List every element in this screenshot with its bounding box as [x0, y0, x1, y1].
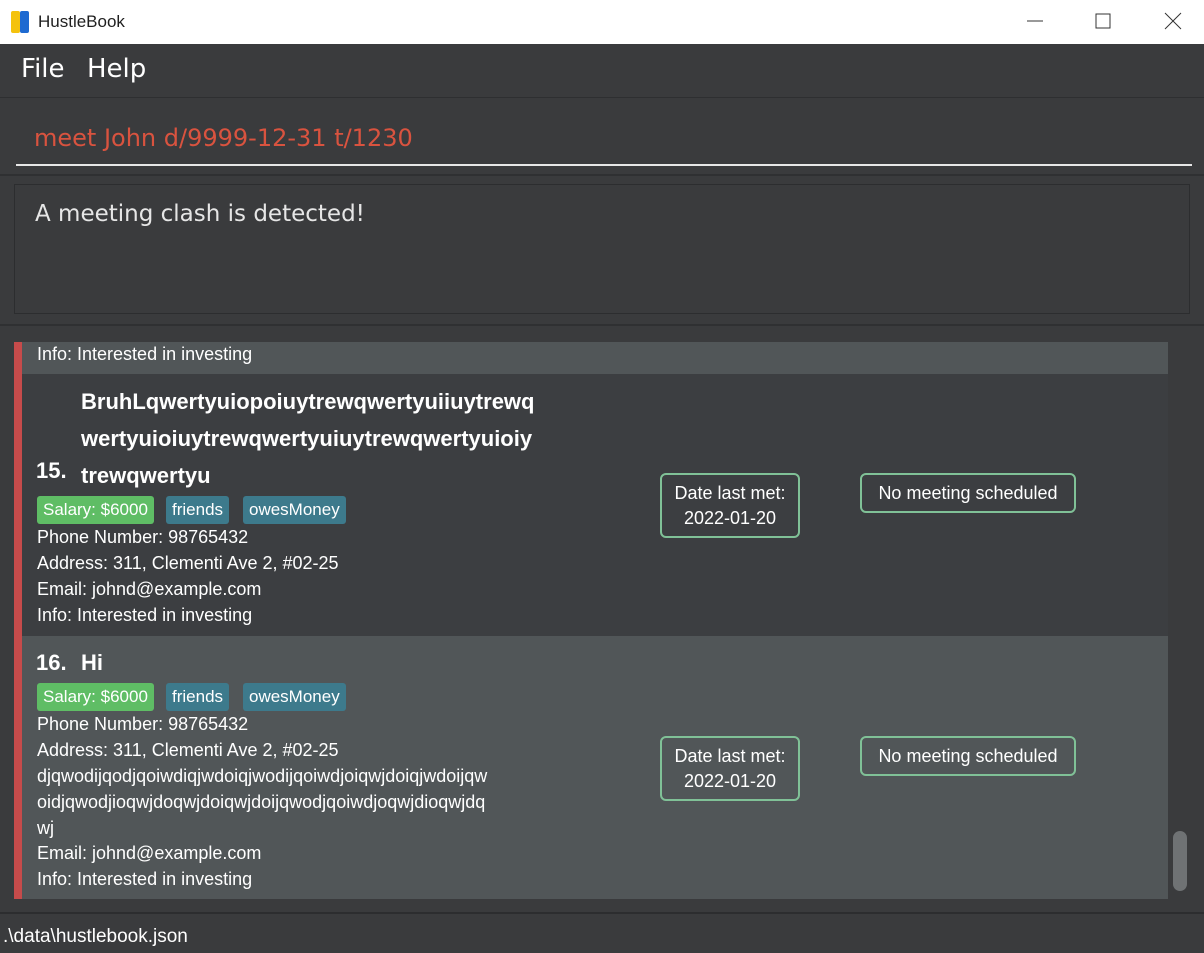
person-name-line: BruhLqwertyuiopoiuytrewqwertyuiiuytrewq [81, 389, 535, 414]
divider [0, 324, 1204, 326]
menu-bar: File Help [0, 44, 1204, 98]
person-index: 15. [36, 458, 67, 483]
person-info: Info: Interested in investing [37, 869, 253, 889]
result-message: A meeting clash is detected! [35, 201, 365, 227]
person-email: Email: johnd@example.com [37, 843, 262, 863]
menu-help[interactable]: Help [87, 54, 146, 84]
scrollbar-track[interactable] [1168, 342, 1204, 899]
person-card[interactable]: 15. BruhLqwertyuiopoiuytrewqwertyuiiuytr… [14, 374, 1168, 636]
date-last-met-value: 2022-01-20 [683, 508, 777, 528]
person-address: Address: 311, Clementi Ave 2, #02-25 [37, 553, 339, 573]
date-last-met-label: Date last met: [674, 483, 786, 503]
person-list[interactable]: Info: Interested in investing 15. BruhLq… [14, 342, 1168, 899]
person-info: Info: Interested in investing [37, 605, 253, 625]
command-area: meet John d/9999-12-31 t/1230 [0, 98, 1204, 176]
tag-owesmoney: owesMoney [243, 496, 346, 524]
person-address-line: Address: 311, Clementi Ave 2, #02-25 [37, 740, 339, 760]
command-text[interactable]: meet John d/9999-12-31 t/1230 [34, 124, 413, 152]
minimize-button[interactable] [1012, 0, 1058, 44]
maximize-button[interactable] [1080, 0, 1126, 44]
result-display: A meeting clash is detected! [14, 184, 1190, 314]
date-last-met-badge: Date last met: 2022-01-20 [660, 736, 800, 801]
close-icon [1164, 12, 1182, 30]
person-phone: Phone Number: 98765432 [37, 714, 249, 734]
person-card[interactable]: Info: Interested in investing [14, 342, 1168, 374]
command-input[interactable]: meet John d/9999-12-31 t/1230 [16, 114, 1192, 166]
date-last-met-badge: Date last met: 2022-01-20 [660, 473, 800, 538]
scrollbar-thumb[interactable] [1173, 831, 1187, 891]
app-logo-icon [11, 11, 31, 33]
date-last-met-label: Date last met: [674, 746, 786, 766]
salary-tag: Salary: $6000 [37, 683, 154, 711]
meeting-status-badge: No meeting scheduled [860, 473, 1076, 513]
person-name-line: wertyuioiuytrewqwertyuiuytrewqwertyuioiy [81, 426, 533, 451]
person-info: Info: Interested in investing [37, 344, 253, 364]
person-address-line: djqwodijqodjqoiwdiqjwdoiqjwodijqoiwdjoiq… [37, 766, 488, 786]
person-address-line: oidjqwodjioqwjdoqwjdoiqwjdoijqwodjqoiwdj… [37, 792, 486, 812]
salary-tag: Salary: $6000 [37, 496, 154, 524]
person-address-line: wj [37, 818, 54, 838]
person-index: 16. [36, 650, 67, 675]
tag-owesmoney: owesMoney [243, 683, 346, 711]
person-phone: Phone Number: 98765432 [37, 527, 249, 547]
status-bar: .\data\hustlebook.json [0, 912, 1204, 953]
menu-file[interactable]: File [21, 54, 65, 84]
title-bar: HustleBook [0, 0, 1204, 44]
window-title: HustleBook [38, 12, 125, 31]
person-email: Email: johnd@example.com [37, 579, 262, 599]
person-name: Hi [81, 650, 103, 675]
maximize-icon [1095, 13, 1111, 29]
tag-friends: friends [166, 496, 230, 524]
save-file-path: .\data\hustlebook.json [3, 926, 188, 947]
person-name-line: trewqwertyu [81, 463, 211, 488]
close-button[interactable] [1150, 0, 1196, 44]
tag-friends: friends [166, 683, 230, 711]
minimize-icon [1027, 20, 1043, 22]
person-card[interactable]: 16. Hi Salary: $6000 friends owesMoney P… [14, 636, 1168, 899]
date-last-met-value: 2022-01-20 [683, 771, 777, 791]
meeting-status-badge: No meeting scheduled [860, 736, 1076, 776]
